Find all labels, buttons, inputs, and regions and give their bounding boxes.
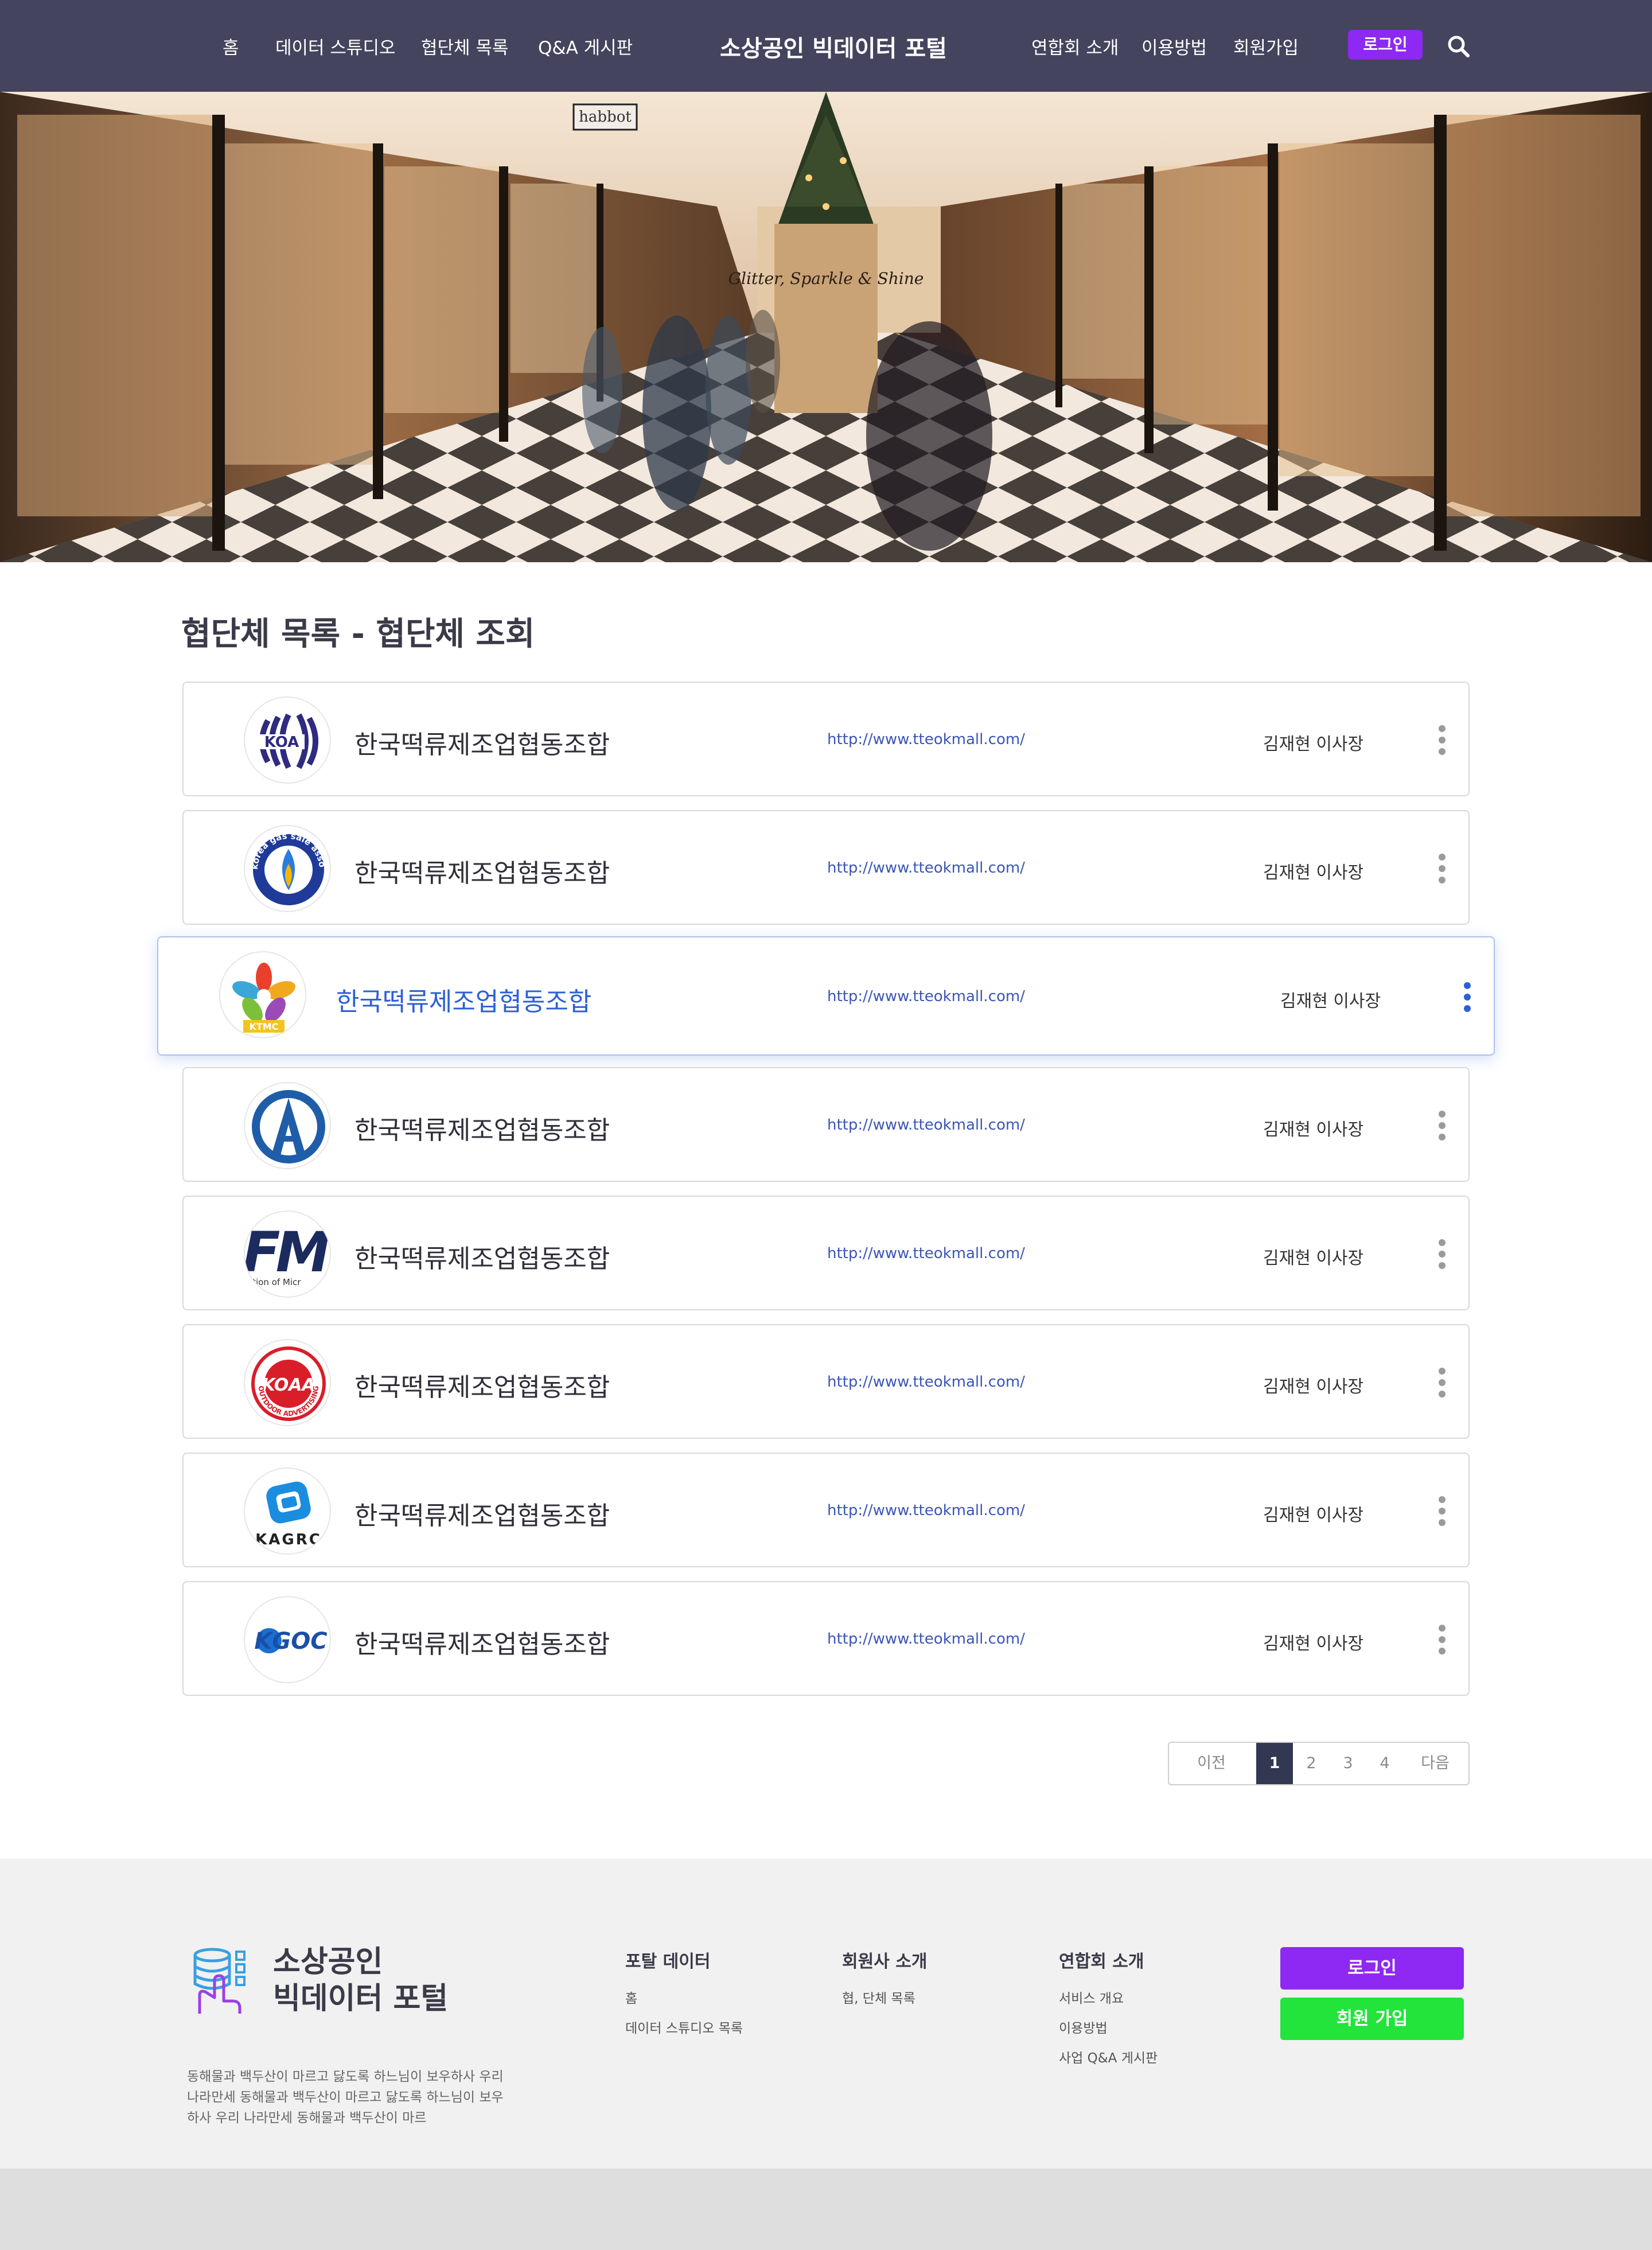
footer-link-home[interactable]: 홈 [625, 1987, 637, 2007]
organization-url-link[interactable]: http://www.tteokmall.com/ [827, 1630, 1025, 1648]
footer-bottom-bar [0, 2169, 1652, 2250]
pagination-page-2[interactable]: 2 [1293, 1743, 1330, 1784]
kagrc-logo-icon: KAGRC [244, 1467, 331, 1555]
organization-name[interactable]: 한국떡류제조업협동조합 [354, 1367, 610, 1403]
nav-data-studio[interactable]: 데이터 스튜디오 [275, 33, 396, 59]
organization-url-link[interactable]: http://www.tteokmall.com/ [827, 859, 1025, 877]
flower-petal-logo-icon: KTMC [219, 951, 306, 1038]
pagination-prev-button[interactable]: 이전 [1169, 1743, 1254, 1784]
nav-home[interactable]: 홈 [223, 33, 239, 59]
more-options-icon[interactable] [1436, 1237, 1448, 1271]
svg-text:KOA: KOA [264, 734, 299, 751]
footer-col-title-federation: 연합회 소개 [1059, 1952, 1144, 1972]
site-brand-title[interactable]: 소상공인 빅데이터 포털 [720, 30, 947, 63]
organization-url-link[interactable]: http://www.tteokmall.com/ [827, 1245, 1025, 1262]
more-options-icon[interactable] [1436, 851, 1448, 886]
more-options-icon[interactable] [1436, 1622, 1448, 1657]
more-options-icon[interactable] [1462, 980, 1473, 1014]
gas-flame-logo-icon: korea gas sale association · K.G.S.A [244, 825, 331, 912]
svg-text:KOAA: KOAA [262, 1375, 315, 1395]
svg-text:KTMC: KTMC [250, 1021, 279, 1032]
organization-card[interactable]: 한국떡류제조업협동조합 http://www.tteokmall.com/ 김재… [182, 1067, 1470, 1182]
organization-card[interactable]: KOA 한국떡류제조업협동조합 http://www.tteokmall.com… [182, 682, 1470, 796]
nav-organization-list[interactable]: 협단체 목록 [421, 33, 508, 59]
organization-name[interactable]: 한국떡류제조업협동조합 [354, 1238, 610, 1275]
big-data-database-hand-icon [193, 1948, 246, 2014]
letter-a-circle-logo-icon [244, 1082, 331, 1169]
organization-representative: 김재현 이사장 [1263, 1120, 1364, 1140]
organization-card[interactable]: FM ation of Micr 한국떡류제조업협동조합 http://www.… [182, 1196, 1470, 1310]
pagination-page-1[interactable]: 1 [1256, 1743, 1293, 1784]
shopping-arcade-illustration: habbot Glitter, Sparkle & Shine [0, 92, 1652, 562]
nav-qna-board[interactable]: Q&A 게시판 [538, 33, 633, 59]
organization-url-link[interactable]: http://www.tteokmall.com/ [827, 1116, 1025, 1134]
organization-name[interactable]: 한국떡류제조업협동조합 [336, 981, 591, 1018]
more-options-icon[interactable] [1436, 1365, 1448, 1400]
organization-representative: 김재현 이사장 [1263, 734, 1364, 754]
kgoc-logo-icon: KGOC [244, 1596, 331, 1683]
nav-federation-intro[interactable]: 연합회 소개 [1031, 33, 1119, 59]
organization-card[interactable]: KAGRC 한국떡류제조업협동조합 http://www.tteokmall.c… [182, 1453, 1470, 1567]
koaa-seal-logo-icon: KOAA OUTDOOR ADVERTISING [244, 1339, 331, 1426]
organization-url-link[interactable]: http://www.tteokmall.com/ [827, 1502, 1025, 1519]
header-login-button[interactable]: 로그인 [1348, 30, 1423, 60]
footer-description: 동해물과 백두산이 마르고 닳도록 하느님이 보우하사 우리 나라만세 동해물과… [187, 2069, 504, 2126]
fm-logo-icon: FM ation of Micr [244, 1210, 331, 1298]
footer-login-button[interactable]: 로그인 [1280, 1947, 1464, 1990]
footer-col-title-members: 회원사 소개 [842, 1952, 928, 1972]
search-icon[interactable] [1447, 34, 1470, 57]
footer-link-data-studio-list[interactable]: 데이터 스튜디오 목록 [625, 2017, 743, 2037]
footer-link-business-qna[interactable]: 사업 Q&A 게시판 [1059, 2047, 1158, 2066]
organization-card[interactable]: KGOC 한국떡류제조업협동조합 http://www.tteokmall.co… [182, 1581, 1470, 1696]
organization-name[interactable]: 한국떡류제조업협동조합 [354, 724, 610, 761]
organization-card[interactable]: KOAA OUTDOOR ADVERTISING 한국떡류제조업협동조합 htt… [182, 1324, 1470, 1439]
more-options-icon[interactable] [1436, 1494, 1448, 1528]
svg-text:ation of Micr: ation of Micr [247, 1277, 301, 1287]
organization-representative: 김재현 이사장 [1263, 1248, 1364, 1268]
organization-name[interactable]: 한국떡류제조업협동조합 [354, 852, 610, 889]
pagination: 이전 1 2 3 4 다음 [1168, 1742, 1470, 1785]
organization-url-link[interactable]: http://www.tteokmall.com/ [827, 1373, 1025, 1391]
nav-how-to-use[interactable]: 이용방법 [1141, 33, 1207, 59]
footer-col-title-portal-data: 포탈 데이터 [625, 1952, 711, 1972]
shop-sign-text: habbot [579, 108, 632, 126]
footer-link-how-to-use[interactable]: 이용방법 [1059, 2017, 1108, 2037]
organization-card-active[interactable]: KTMC 한국떡류제조업협동조합 http://www.tteokmall.co… [157, 936, 1495, 1056]
pagination-next-button[interactable]: 다음 [1403, 1743, 1467, 1784]
page-title: 협단체 목록 - 협단체 조회 [181, 616, 535, 653]
more-options-icon[interactable] [1436, 723, 1448, 757]
svg-text:KAGRC: KAGRC [255, 1531, 322, 1548]
pedestal-sign-text: Glitter, Sparkle & Shine [728, 269, 924, 288]
organization-card[interactable]: korea gas sale association · K.G.S.A 한국떡… [182, 810, 1470, 925]
organization-url-link[interactable]: http://www.tteokmall.com/ [827, 731, 1025, 748]
footer-brand: 소상공인 빅데이터 포털 [273, 1945, 449, 2016]
footer-link-organization-list[interactable]: 협, 단체 목록 [842, 1987, 915, 2007]
organization-representative: 김재현 이사장 [1263, 1377, 1364, 1397]
footer-signup-button[interactable]: 회원 가입 [1280, 1998, 1464, 2040]
organization-name[interactable]: 한국떡류제조업협동조합 [354, 1495, 610, 1532]
organization-url-link[interactable]: http://www.tteokmall.com/ [827, 988, 1025, 1005]
organization-representative: 김재현 이사장 [1280, 991, 1381, 1011]
organization-representative: 김재현 이사장 [1263, 1505, 1364, 1525]
organization-representative: 김재현 이사장 [1263, 863, 1364, 883]
site-footer: 소상공인 빅데이터 포털 동해물과 백두산이 마르고 닳도록 하느님이 보우하사… [0, 1859, 1652, 2169]
nav-signup[interactable]: 회원가입 [1233, 33, 1299, 59]
organization-name[interactable]: 한국떡류제조업협동조합 [354, 1110, 610, 1146]
svg-text:KGOC: KGOC [254, 1628, 327, 1655]
organization-name[interactable]: 한국떡류제조업협동조합 [354, 1624, 610, 1660]
pagination-page-3[interactable]: 3 [1330, 1743, 1366, 1784]
more-options-icon[interactable] [1436, 1108, 1448, 1143]
footer-link-service-overview[interactable]: 서비스 개요 [1059, 1987, 1124, 2007]
organization-representative: 김재현 이사장 [1263, 1634, 1364, 1654]
koa-arcs-logo-icon: KOA [244, 696, 331, 784]
pagination-page-4[interactable]: 4 [1366, 1743, 1403, 1784]
top-navigation-bar: 홈 데이터 스튜디오 협단체 목록 Q&A 게시판 소상공인 빅데이터 포털 연… [0, 0, 1652, 92]
hero-banner-image: habbot Glitter, Sparkle & Shine [0, 92, 1652, 562]
